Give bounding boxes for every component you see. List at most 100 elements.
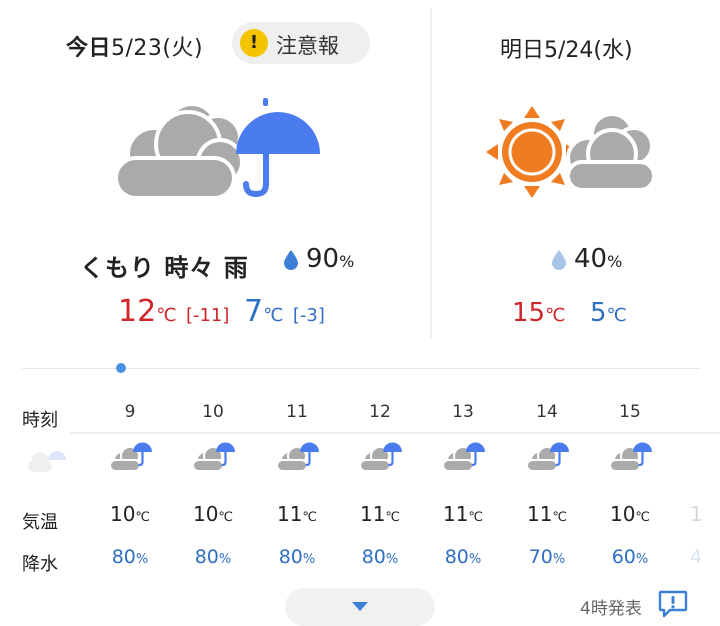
timeline-marker <box>116 363 126 373</box>
hour-temp-value: 11 <box>359 502 386 526</box>
cloud-umbrella-icon <box>114 98 320 200</box>
hour-temp-partial: 1 <box>690 502 703 526</box>
tomorrow-high-value: 15 <box>512 298 546 328</box>
tomorrow-low: 5℃ <box>590 298 627 328</box>
hour-temp: 11℃ <box>338 502 422 526</box>
today-low: 7℃ [-3] <box>244 294 325 329</box>
sun-cloud-icon <box>486 106 656 198</box>
raindrop-icon <box>552 250 566 270</box>
hour-temp-unit: ℃ <box>218 510 234 525</box>
cloud-umbrella-icon <box>505 440 589 480</box>
hour-precip-value: 80 <box>278 546 303 568</box>
tomorrow-high: 15℃ <box>512 298 565 328</box>
hour-label: 15 <box>619 402 641 422</box>
today-low-value: 7 <box>244 294 264 329</box>
hour-precip: 80% <box>255 546 339 568</box>
hour-temp-value: 10 <box>109 502 136 526</box>
hour-precip-value: 70 <box>528 546 553 568</box>
today-high-unit: ℃ <box>156 305 177 326</box>
hour-precip-value: 80 <box>444 546 469 568</box>
hour-precip-unit: % <box>552 552 566 567</box>
weather-condition: くもり 時々 雨 <box>80 254 249 282</box>
tomorrow-low-value: 5 <box>590 298 607 328</box>
hour-label: 13 <box>452 402 474 422</box>
tomorrow-low-unit: ℃ <box>606 305 627 326</box>
hour-precip: 70% <box>505 546 589 568</box>
cloud-umbrella-icon <box>171 440 255 480</box>
hour-temp-unit: ℃ <box>135 510 151 525</box>
hour-temp-unit: ℃ <box>552 510 568 525</box>
hour-temp-value: 11 <box>526 502 553 526</box>
today-date: 5/23(火) <box>111 36 204 61</box>
hour-precip-unit: % <box>302 552 316 567</box>
today-precip-unit: % <box>339 252 355 271</box>
warning-chip[interactable]: ! 注意報 <box>232 22 370 64</box>
hour-label: 11 <box>286 402 308 422</box>
hour-precip: 80% <box>421 546 505 568</box>
tomorrow-label: 明日 <box>500 38 545 63</box>
hour-temp-value: 10 <box>609 502 636 526</box>
today-high-diff: [-11] <box>185 305 230 326</box>
hour-temp-unit: ℃ <box>302 510 318 525</box>
hour-temp: 11℃ <box>255 502 339 526</box>
hourly-header-divider <box>70 432 720 434</box>
cloud-umbrella-icon <box>88 440 172 480</box>
tomorrow-high-unit: ℃ <box>545 305 566 326</box>
hour-temp-value: 10 <box>192 502 219 526</box>
hour-temp: 10℃ <box>588 502 672 526</box>
hour-precip-unit: % <box>635 552 649 567</box>
hour-temp: 11℃ <box>421 502 505 526</box>
tomorrow-date: 5/24(水) <box>544 38 633 63</box>
warning-icon: ! <box>240 29 268 57</box>
today-high-value: 12 <box>118 294 157 329</box>
today-low-unit: ℃ <box>263 305 284 326</box>
hour-temp: 10℃ <box>88 502 172 526</box>
panel-divider <box>430 8 432 338</box>
hour-precip-value: 80 <box>194 546 219 568</box>
feedback-icon[interactable] <box>658 590 688 618</box>
hour-temp-unit: ℃ <box>468 510 484 525</box>
hour-precip-unit: % <box>135 552 149 567</box>
today-heading: 今日5/23(火) <box>66 30 203 62</box>
row-label-temp: 気温 <box>22 512 58 533</box>
issued-time: 4時発表 <box>580 599 642 619</box>
hour-label: 9 <box>124 402 136 422</box>
hour-temp: 10℃ <box>171 502 255 526</box>
hour-temp-unit: ℃ <box>385 510 401 525</box>
cloud-umbrella-icon <box>421 440 505 480</box>
hour-temp-value: 11 <box>442 502 469 526</box>
today-precip-value: 90 <box>306 244 340 274</box>
hour-precip: 80% <box>88 546 172 568</box>
row-label-time: 時刻 <box>22 410 58 431</box>
row-label-precip: 降水 <box>22 554 58 575</box>
hour-precip-partial: 4 <box>690 546 703 568</box>
today-low-diff: [-3] <box>292 305 325 326</box>
today-label: 今日 <box>66 36 112 61</box>
hour-temp-value: 11 <box>276 502 303 526</box>
hour-temp: 11℃ <box>505 502 589 526</box>
hour-label: 10 <box>202 402 224 422</box>
hour-precip-unit: % <box>468 552 482 567</box>
warning-label: 注意報 <box>276 34 339 58</box>
hour-precip-unit: % <box>218 552 232 567</box>
hour-precip-unit: % <box>385 552 399 567</box>
cloud-umbrella-icon <box>338 440 422 480</box>
tomorrow-precip-value: 40 <box>574 244 608 274</box>
tomorrow-heading: 明日5/24(水) <box>500 32 633 64</box>
hour-precip: 60% <box>588 546 672 568</box>
cloud-umbrella-icon <box>255 440 339 480</box>
hour-precip-value: 80 <box>361 546 386 568</box>
cloud-umbrella-icon <box>28 451 66 472</box>
expand-button[interactable] <box>285 588 435 626</box>
today-precip: 90% <box>306 244 354 274</box>
cloud-umbrella-icon <box>588 440 672 480</box>
hour-label: 14 <box>536 402 558 422</box>
chevron-down-icon <box>352 602 368 611</box>
tomorrow-precip: 40% <box>574 244 622 274</box>
hour-temp-unit: ℃ <box>635 510 651 525</box>
tomorrow-precip-unit: % <box>607 252 623 271</box>
hour-label: 12 <box>369 402 391 422</box>
today-high: 12℃ [-11] <box>118 294 229 329</box>
hour-precip-value: 60 <box>611 546 636 568</box>
hour-precip-value: 80 <box>111 546 136 568</box>
